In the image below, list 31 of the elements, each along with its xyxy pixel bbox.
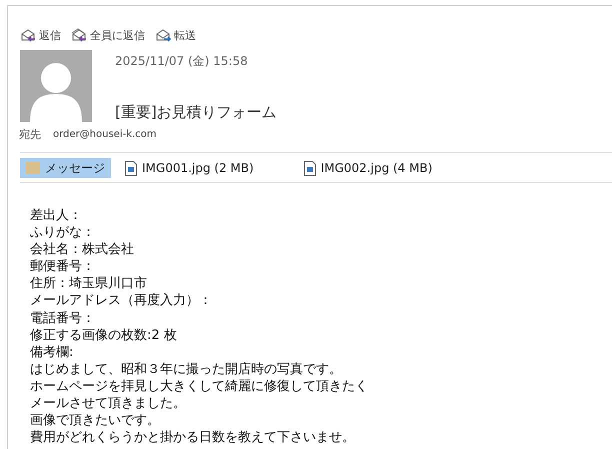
image-file-icon	[125, 160, 137, 176]
body-line: 電話番号：	[30, 310, 95, 327]
reply-icon	[71, 27, 87, 43]
forward-button[interactable]: 転送	[155, 27, 196, 43]
image-file-icon	[304, 160, 316, 176]
body-line: 画像で頂きたいです。	[30, 412, 160, 430]
avatar-icon	[20, 50, 92, 122]
body-line: 会社名：株式会社	[30, 241, 134, 258]
body-line: 備考欄:	[30, 344, 74, 361]
reply-button[interactable]: 返信	[20, 27, 61, 43]
sent-date: 2025/11/07 (金) 15:58	[115, 53, 249, 70]
body-line: ふりがな：	[30, 224, 95, 242]
attachment-tab[interactable]: IMG001.jpg (2 MB)	[119, 158, 260, 178]
body-line: メールアドレス（再度入力）：	[30, 292, 212, 310]
body-line: ホームページを拝見し大きくして綺麗に修復して頂きたく	[30, 378, 368, 396]
message-icon	[26, 162, 40, 174]
forward-icon	[155, 27, 171, 43]
body-line: 費用がどれくらうかと掛かる日数を教えて下さいませ。	[30, 429, 355, 446]
body-line: メールさせて頂きました。	[30, 395, 186, 412]
reply-all-button[interactable]: 全員に返信	[71, 27, 145, 43]
reply-icon	[20, 27, 36, 43]
attachment-tab[interactable]: IMG002.jpg (4 MB)	[298, 158, 438, 178]
subject: [重要]お見積りフォーム	[115, 103, 277, 122]
body-line: 住所：埼玉県川口市	[30, 275, 147, 292]
recipient-address: order@housei-k.com	[53, 129, 157, 140]
body-line: 郵便番号：	[30, 258, 95, 276]
body-line: 差出人：	[30, 207, 82, 224]
body-line: はじめまして、昭和３年に撮った開店時の写真です。	[30, 360, 342, 378]
to-label: 宛先	[19, 127, 41, 142]
attachment-tab[interactable]: メッセージ	[20, 158, 111, 178]
body-line: 修正する画像の枚数:2 枚	[30, 326, 177, 344]
